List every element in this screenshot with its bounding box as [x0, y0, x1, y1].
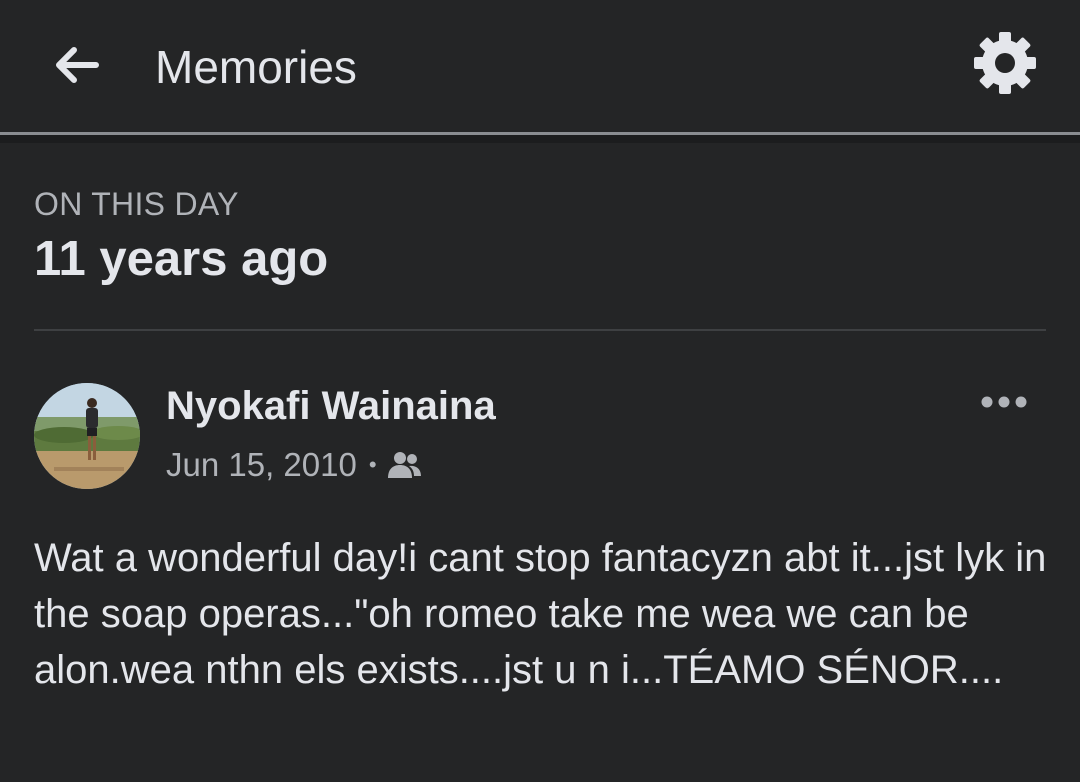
section-divider: [34, 329, 1046, 331]
back-button[interactable]: [40, 40, 112, 94]
top-bar-shadow: [0, 135, 1080, 143]
post-date[interactable]: Jun 15, 2010: [166, 446, 357, 484]
more-horizontal-icon: [980, 395, 1028, 414]
gear-icon: [970, 28, 1040, 103]
author-avatar[interactable]: [34, 383, 140, 489]
author-name[interactable]: Nyokafi Wainaina: [166, 381, 496, 431]
more-options-button[interactable]: [972, 384, 1036, 424]
arrow-left-icon: [52, 45, 100, 90]
post-text: Wat a wonderful day!i cant stop fantacyz…: [34, 536, 1047, 692]
top-app-bar: Memories: [0, 0, 1080, 135]
memories-screen: Memories ON THIS DAY 11 years ago Nyokaf…: [0, 0, 1080, 782]
meta-separator: •: [368, 452, 377, 477]
years-ago-heading: 11 years ago: [34, 232, 329, 286]
post-meta: Jun 15, 2010 •: [166, 442, 427, 488]
on-this-day-label: ON THIS DAY: [34, 186, 239, 222]
page-title: Memories: [155, 41, 357, 93]
friends-icon[interactable]: [387, 449, 427, 481]
settings-button[interactable]: [964, 28, 1046, 102]
